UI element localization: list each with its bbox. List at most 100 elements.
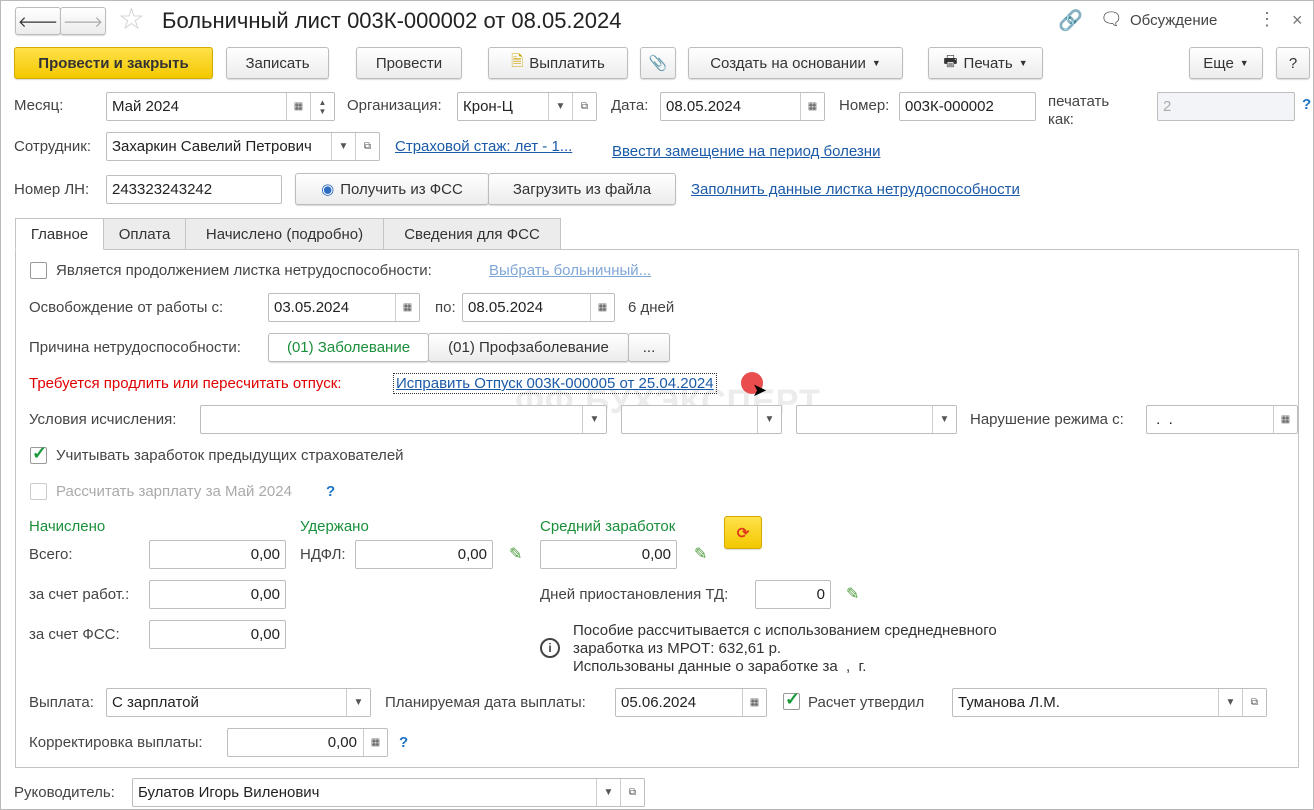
checkmark-icon: ✓ — [785, 689, 801, 709]
total-field[interactable]: 0,00 — [149, 540, 286, 569]
head-select[interactable]: Булатов Игорь Виленович ▼ ⧉ — [132, 778, 645, 807]
conditions-select-1[interactable]: ▼ — [200, 405, 607, 434]
more-vertical-icon[interactable]: ⋮ — [1258, 9, 1276, 30]
open-icon[interactable]: ⧉ — [572, 93, 596, 120]
conditions-select-2[interactable]: ▼ — [621, 405, 782, 434]
post-and-close-button[interactable]: Провести и закрыть — [14, 47, 213, 79]
chevron-down-icon[interactable]: ▼ — [932, 406, 956, 433]
fix-vacation-link[interactable]: Исправить Отпуск 003К-000005 от 25.04.20… — [393, 373, 717, 394]
organization-field[interactable]: Крон-Ц ▼ ⧉ — [457, 92, 597, 121]
chevron-down-icon[interactable]: ▼ — [548, 93, 572, 120]
continuation-checkbox[interactable] — [30, 262, 47, 279]
printer-icon: 🖶 — [943, 52, 958, 70]
tab-accrued-detailed[interactable]: Начислено (подробно) — [185, 218, 384, 250]
to-label: по: — [435, 299, 456, 316]
number-field[interactable]: 003К-000002 — [899, 92, 1036, 121]
more-button[interactable]: Еще ▼ — [1189, 47, 1263, 79]
tab-fss-info[interactable]: Сведения для ФСС — [383, 218, 561, 250]
release-from-field[interactable]: 03.05.2024 ▦ — [268, 293, 420, 322]
payment-select[interactable]: С зарплатой ▼ — [106, 688, 371, 717]
chevron-down-icon: ▼ — [1239, 58, 1249, 68]
chevron-down-icon[interactable]: ▼ — [757, 406, 781, 433]
suspension-days-field[interactable]: 0 — [755, 580, 831, 609]
consider-previous-checkbox[interactable]: ✓ — [30, 443, 47, 464]
date-field[interactable]: 08.05.2024 ▦ — [660, 92, 825, 121]
reason-more-button[interactable]: ... — [628, 333, 670, 362]
approved-by-value: Туманова Л.М. — [958, 694, 1060, 711]
correction-field[interactable]: 0,00 ▦ — [227, 728, 388, 757]
release-to-field[interactable]: 08.05.2024 ▦ — [462, 293, 615, 322]
reason-illness-button[interactable]: (01) Заболевание — [268, 333, 429, 362]
ln-number-field[interactable]: 243323243242 — [106, 175, 282, 204]
approved-checkbox[interactable]: ✓ — [783, 689, 800, 710]
save-button[interactable]: Записать — [226, 47, 329, 79]
discussion-icon[interactable]: 🗨 — [1100, 9, 1123, 30]
edit-pencil-icon[interactable]: ✎ — [694, 544, 707, 564]
choose-sick-leave-link[interactable]: Выбрать больничный... — [489, 262, 651, 279]
chevron-down-icon[interactable]: ▼ — [596, 779, 620, 806]
open-icon[interactable]: ⧉ — [620, 779, 644, 806]
calendar-icon[interactable]: ▦ — [395, 294, 419, 321]
calendar-icon[interactable]: ▦ — [800, 93, 824, 120]
close-icon[interactable]: × — [1292, 10, 1303, 31]
favorite-star-icon[interactable]: ☆ — [118, 2, 145, 37]
back-button[interactable]: 🡐 — [15, 7, 61, 35]
info-line: заработка из МРОТ: 632,61 р. — [573, 640, 782, 657]
forward-button[interactable]: 🡒 — [60, 7, 106, 35]
calendar-icon[interactable]: ▦ — [742, 689, 766, 716]
chevron-down-icon[interactable]: ▼ — [346, 689, 370, 716]
calendar-icon[interactable]: ▦ — [590, 294, 614, 321]
consider-previous-label: Учитывать заработок предыдущих страховат… — [56, 447, 404, 464]
violation-date-field[interactable]: . . ▦ — [1146, 405, 1298, 434]
reason-occupational-button[interactable]: (01) Профзаболевание — [428, 333, 629, 362]
create-based-on-button[interactable]: Создать на основании ▼ — [688, 47, 903, 79]
planned-date-field[interactable]: 05.06.2024 ▦ — [615, 688, 767, 717]
open-icon[interactable]: ⧉ — [355, 133, 379, 160]
post-button[interactable]: Провести — [356, 47, 462, 79]
attach-button[interactable]: 📎 — [640, 47, 676, 79]
calendar-icon[interactable]: ▦ — [1273, 406, 1297, 433]
chevron-down-icon[interactable]: ▼ — [1218, 689, 1242, 716]
suspension-days-label: Дней приостановления ТД: — [540, 586, 729, 603]
help-button[interactable]: ? — [1276, 47, 1310, 79]
tab-payment[interactable]: Оплата — [103, 218, 186, 250]
pay-button[interactable]: 🗎 Выплатить — [488, 47, 628, 79]
help-icon[interactable]: ? — [326, 483, 335, 500]
load-from-file-button[interactable]: Загрузить из файла — [488, 173, 676, 205]
ndfl-field[interactable]: 0,00 — [355, 540, 493, 569]
edit-pencil-icon[interactable]: ✎ — [846, 584, 859, 604]
chevron-down-icon: ▼ — [1018, 58, 1028, 68]
get-from-fss-button[interactable]: ◉ Получить из ФСС — [295, 173, 489, 205]
help-icon[interactable]: ? — [399, 734, 408, 751]
payment-label: Выплата: — [29, 694, 94, 711]
reason-label: Причина нетрудоспособности: — [29, 339, 241, 356]
info-line: Использованы данные о заработке за , г. — [573, 658, 867, 675]
help-icon[interactable]: ? — [1302, 96, 1311, 113]
calculator-icon[interactable]: ▦ — [363, 729, 387, 756]
tab-main[interactable]: Главное — [15, 218, 104, 250]
link-icon[interactable]: 🔗 — [1058, 8, 1083, 33]
employer-label: за счет работ.: — [29, 586, 130, 603]
release-label: Освобождение от работы с: — [29, 299, 224, 316]
spinner-icon[interactable]: ▲ ▼ — [310, 93, 334, 120]
calendar-icon[interactable]: ▦ — [286, 93, 310, 120]
approved-by-select[interactable]: Туманова Л.М. ▼ ⧉ — [952, 688, 1267, 717]
average-earnings-field[interactable]: 0,00 — [540, 540, 677, 569]
refresh-button[interactable]: ⟳ — [724, 516, 762, 549]
chevron-down-icon[interactable]: ▼ — [582, 406, 606, 433]
chevron-down-icon[interactable]: ▼ — [331, 133, 355, 160]
fill-sick-leave-link[interactable]: Заполнить данные листка нетрудоспособнос… — [691, 181, 1020, 198]
fss-field[interactable]: 0,00 — [149, 620, 286, 649]
insurance-experience-link[interactable]: Страховой стаж: лет - 1... — [395, 138, 572, 155]
discussion-button[interactable]: Обсуждение — [1130, 12, 1217, 29]
employer-field[interactable]: 0,00 — [149, 580, 286, 609]
employee-field[interactable]: Захаркин Савелий Петрович ▼ ⧉ — [106, 132, 380, 161]
replacement-link[interactable]: Ввести замещение на период болезни — [612, 143, 880, 160]
conditions-select-3[interactable]: ▼ — [796, 405, 957, 434]
approved-label: Расчет утвердил — [808, 694, 925, 711]
print-button[interactable]: 🖶 Печать ▼ — [928, 47, 1043, 79]
month-field[interactable]: Май 2024 ▦ ▲ ▼ — [106, 92, 335, 121]
arrow-left-icon: 🡐 — [17, 13, 59, 31]
open-icon[interactable]: ⧉ — [1242, 689, 1266, 716]
edit-pencil-icon[interactable]: ✎ — [509, 544, 522, 564]
